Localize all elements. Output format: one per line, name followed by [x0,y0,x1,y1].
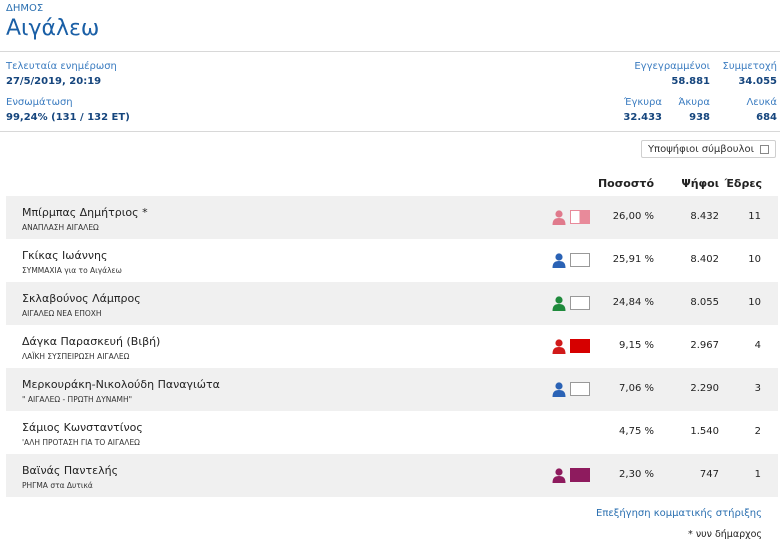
column-header-seats: Έδρες [724,177,762,190]
vote-count: 1.540 [690,426,719,437]
valid-label: Έγκυρα [624,97,662,108]
last-update-value: 27/5/2019, 20:19 [6,76,102,87]
candidates-toggle-button[interactable]: Υποψήφιοι σύμβουλοι [640,140,776,158]
candidate-name: Σκλαβούνος Λάμπρος [22,292,141,305]
party-support-explanation-link[interactable]: Επεξήγηση κομματικής στήριξης [596,508,762,519]
vote-count: 8.055 [690,297,719,308]
vote-count: 2.290 [690,383,719,394]
valid-value: 32.433 [623,112,662,123]
party-name: 'ΑΛΗ ΠΡΟΤΑΣΗ ΓΙΑ ΤΟ ΑΙΓΑΛΕΩ [22,438,140,447]
table-row[interactable]: Γκίκας Ιωάννης ΣΥΜΜΑΧΙΑ για το Αιγάλεω 25,… [6,239,778,282]
person-icon [552,210,566,225]
person-icon [552,382,566,397]
person-icon [552,253,566,268]
vote-percentage: 7,06 % [619,383,654,394]
person-icon [552,296,566,311]
seat-count: 11 [748,211,761,222]
blank-value: 684 [756,112,777,123]
municipality-kicker: ΔΗΜΟΣ [6,3,44,14]
candidate-name: Μερκουράκη-Νικολούδη Παναγιώτα [22,378,220,391]
vote-count: 8.432 [690,211,719,222]
turnout-label: Συμμετοχή [722,61,778,72]
vote-count: 8.402 [690,254,719,265]
vote-percentage: 26,00 % [612,211,654,222]
person-icon [552,468,566,483]
party-name: ΛΑΪΚΗ ΣΥΣΠΕΙΡΩΣΗ ΑΙΓΑΛΕΩ [22,352,130,361]
column-header-pct: Ποσοστό [597,177,654,190]
incumbent-note: * νυν δήμαρχος [688,529,762,540]
vote-percentage: 2,30 % [619,469,654,480]
table-row[interactable]: Σκλαβούνος Λάμπρος ΑΙΓΑΛΕΩ ΝΕΑ ΕΠΟΧΗ 24,84… [6,282,778,325]
vote-percentage: 24,84 % [612,297,654,308]
seat-count: 4 [754,340,761,351]
integration-value: 99,24% (131 / 132 ΕΤ) [6,112,130,123]
seat-count: 10 [748,297,761,308]
table-row[interactable]: Μπίρμπας Δημήτριος * ΑΝΑΠΛΑΣΗ ΑΙΓΑΛΕΩ 26,0… [6,196,778,239]
seat-count: 10 [748,254,761,265]
party-name: ΑΙΓΑΛΕΩ ΝΕΑ ΕΠΟΧΗ [22,309,102,318]
vote-percentage: 4,75 % [619,426,654,437]
invalid-label: Άκυρα [678,97,710,108]
seat-count: 2 [754,426,761,437]
candidate-name: Βαϊνάς Παντελής [22,464,119,477]
column-header-votes: Ψήφοι [681,177,719,190]
party-name: ΑΝΑΠΛΑΣΗ ΑΙΓΑΛΕΩ [22,223,99,232]
table-row[interactable]: Βαϊνάς Παντελής ΡΗΓΜΑ στα Δυτικά 2,30 % 747… [6,454,778,497]
candidate-name: Μπίρμπας Δημήτριος * [22,206,148,219]
vote-count: 2.967 [690,340,719,351]
turnout-value: 34.055 [738,76,777,87]
person-icon [552,339,566,354]
table-row[interactable]: Δάγκα Παρασκευή (Βιβή) ΛΑΪΚΗ ΣΥΣΠΕΙΡΩΣΗ Α… [6,325,778,368]
summary-panel: Τελευταία ενημέρωση 27/5/2019, 20:19 Ενσ… [0,52,780,132]
candidates-toggle-label: Υποψήφιοι σύμβουλοι [647,143,754,155]
integration-label: Ενσωμάτωση [6,97,73,108]
registered-label: Εγγεγραμμένοι [634,61,710,72]
page-header: ΔΗΜΟΣ Αιγάλεω [0,0,780,52]
candidate-name: Σάμιος Κωνσταντίνος [22,421,143,434]
last-update-label: Τελευταία ενημέρωση [6,61,117,72]
checkbox-icon [760,144,769,154]
seat-count: 3 [754,383,761,394]
blank-label: Λευκά [746,97,777,108]
party-name: ΡΗΓΜΑ στα Δυτικά [22,481,93,490]
candidate-name: Δάγκα Παρασκευή (Βιβή) [22,335,161,348]
registered-value: 58.881 [671,76,710,87]
table-row[interactable]: Σάμιος Κωνσταντίνος 'ΑΛΗ ΠΡΟΤΑΣΗ ΓΙΑ ΤΟ Α… [6,411,778,454]
page-title: Αιγάλεω [6,16,100,41]
results-table: Μπίρμπας Δημήτριος * ΑΝΑΠΛΑΣΗ ΑΙΓΑΛΕΩ 26,0… [6,196,778,497]
invalid-value: 938 [689,112,710,123]
party-name: ΣΥΜΜΑΧΙΑ για το Αιγάλεω [22,266,122,275]
candidate-name: Γκίκας Ιωάννης [22,249,108,262]
vote-count: 747 [699,469,719,480]
vote-percentage: 25,91 % [612,254,654,265]
seat-count: 1 [754,469,761,480]
table-row[interactable]: Μερκουράκη-Νικολούδη Παναγιώτα " ΑΙΓΑΛΕΩ … [6,368,778,411]
party-name: " ΑΙΓΑΛΕΩ - ΠΡΩΤΗ ΔΥΝΑΜΗ" [22,395,133,404]
vote-percentage: 9,15 % [619,340,654,351]
